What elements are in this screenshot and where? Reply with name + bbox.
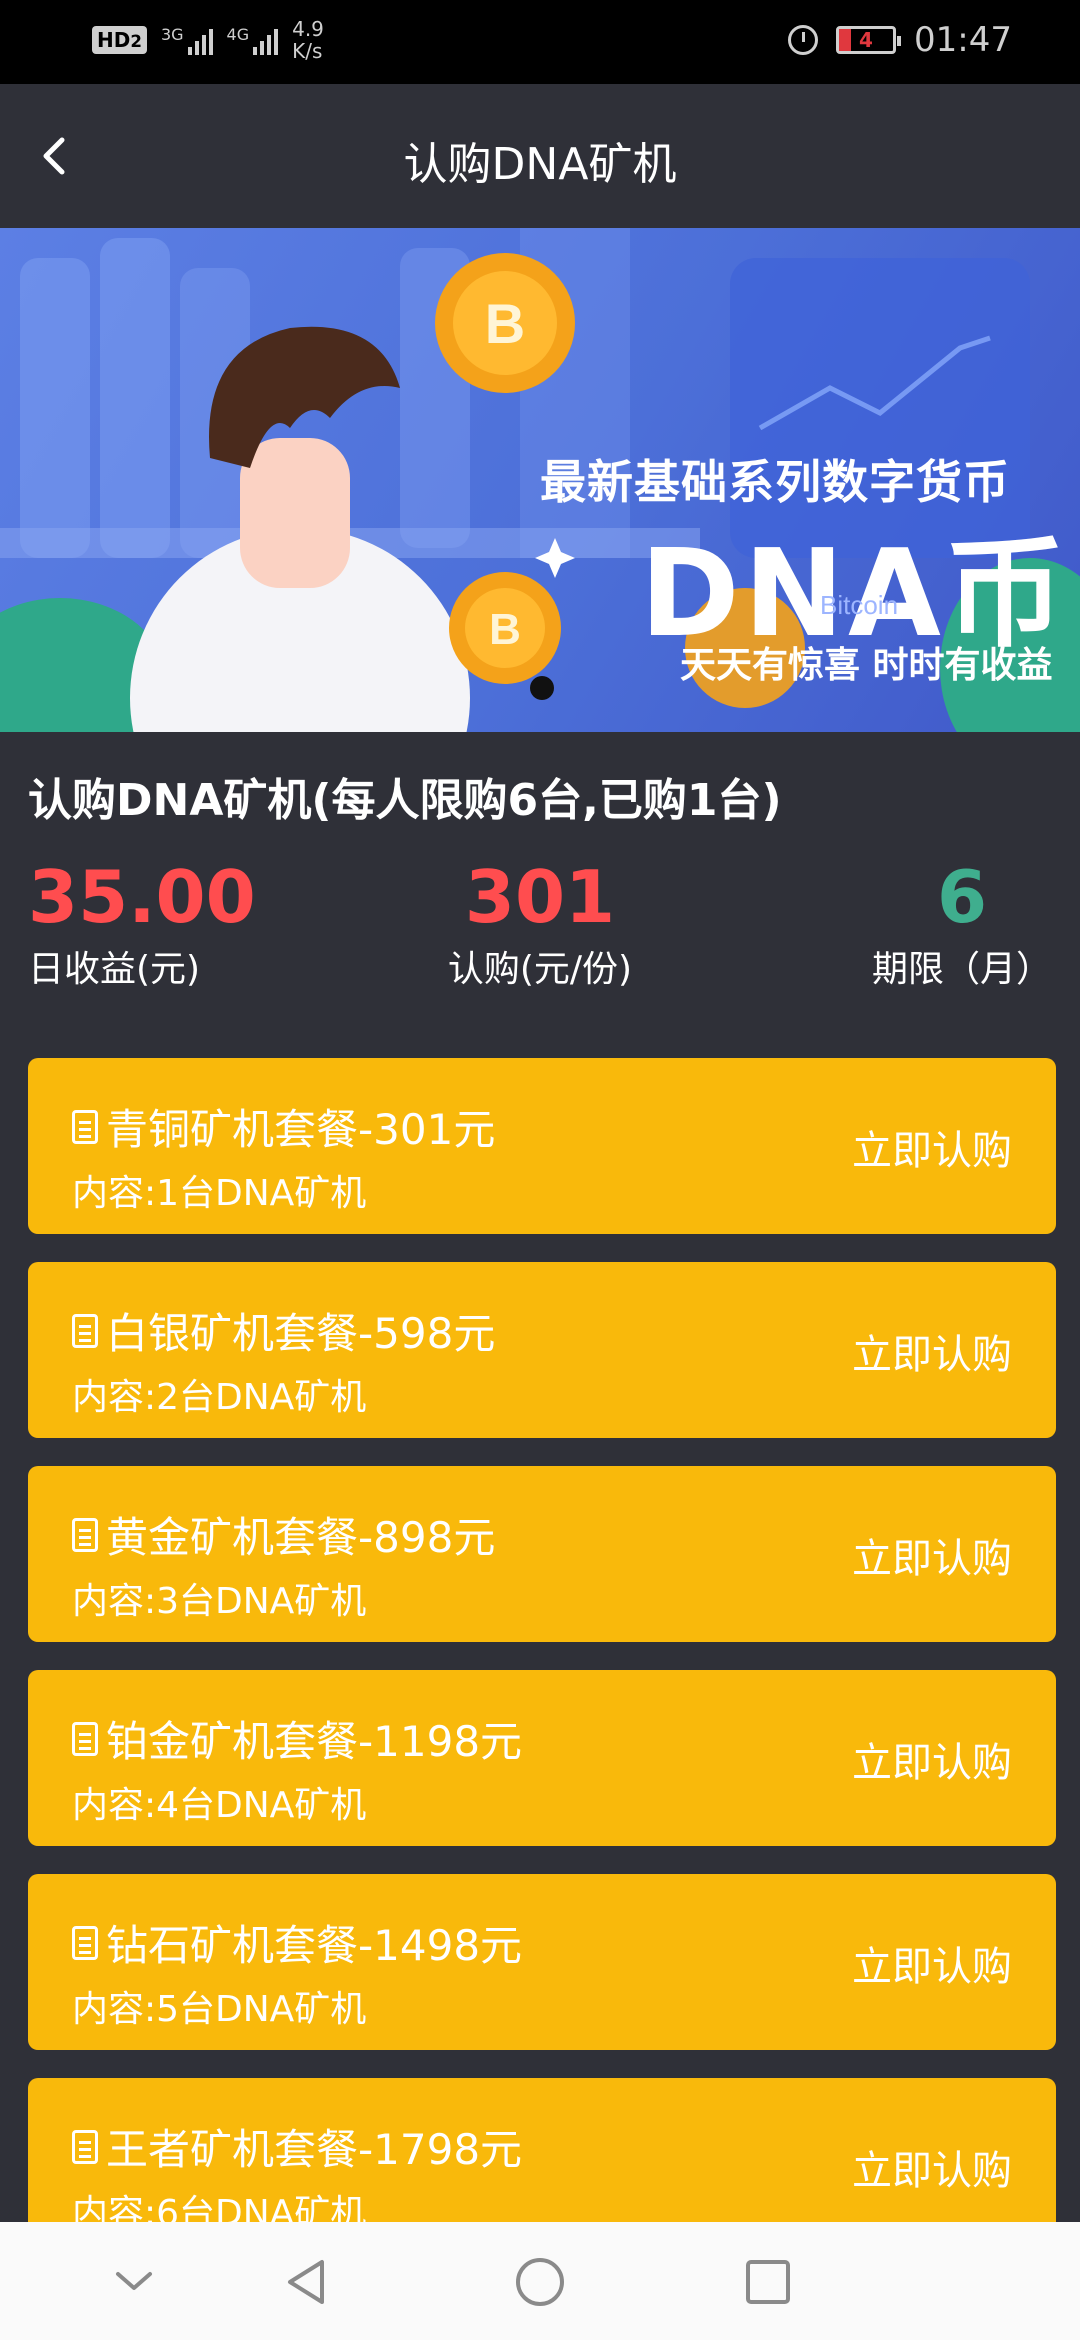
status-time: 01:47: [914, 20, 1012, 60]
stat-subscription-price: 301 认购(元/份): [440, 852, 640, 998]
package-name-row: 王者矿机套餐-1798元: [72, 2116, 522, 2177]
package-content: 内容:4台DNA矿机: [72, 1785, 367, 1826]
buy-now-button[interactable]: 立即认购: [852, 1526, 1012, 1584]
hd-label: HD: [97, 28, 131, 52]
status-bar: HD2 3G 4G 4.9 K/s 4 01:47: [0, 0, 1080, 84]
network-speed-value: 4.9: [292, 17, 324, 41]
package-name: 王者矿机套餐-1798元: [106, 2125, 523, 2174]
package-list: 青铜矿机套餐-301元 内容:1台DNA矿机 立即认购 白银矿机套餐-598元 …: [28, 1058, 1056, 2282]
buy-now-button[interactable]: 立即认购: [852, 2138, 1012, 2196]
stat-daily-income-label: 日收益(元): [28, 949, 201, 990]
triangle-back-icon[interactable]: [282, 2256, 334, 2308]
package-card-diamond[interactable]: 钻石矿机套餐-1498元 内容:5台DNA矿机 立即认购: [28, 1874, 1056, 2050]
document-icon: [72, 1313, 98, 1348]
package-name-row: 白银矿机套餐-598元: [72, 1300, 495, 1361]
battery-icon: 4: [836, 26, 902, 54]
banner-coin-label: Bitcoin: [820, 590, 899, 620]
package-card-bronze[interactable]: 青铜矿机套餐-301元 内容:1台DNA矿机 立即认购: [28, 1058, 1056, 1234]
signal-3g-label: 3G: [160, 25, 184, 44]
package-name-row: 铂金矿机套餐-1198元: [72, 1708, 522, 1769]
product-title: 认购DNA矿机(每人限购6台,已购1台): [28, 775, 782, 826]
stat-term-value: 6: [936, 855, 988, 939]
svg-text:B: B: [485, 292, 525, 355]
buy-now-button[interactable]: 立即认购: [852, 1118, 1012, 1176]
package-content: 内容:5台DNA矿机: [72, 1989, 367, 2030]
document-icon: [72, 1109, 98, 1144]
alarm-icon: [788, 25, 819, 55]
stat-daily-income-value: 35.00: [28, 855, 256, 939]
buy-now-button[interactable]: 立即认购: [852, 1934, 1012, 1992]
buy-now-button[interactable]: 立即认购: [852, 1730, 1012, 1788]
hd-sub-label: 2: [130, 32, 142, 51]
network-speed: 4.9 K/s: [292, 18, 324, 62]
page-title: 认购DNA矿机: [403, 139, 677, 190]
stat-term: 6 期限（月）: [862, 852, 1062, 998]
square-recents-icon[interactable]: [742, 2256, 794, 2308]
app-header: 认购DNA矿机: [0, 84, 1080, 228]
signal-4g-label: 4G: [226, 25, 250, 44]
banner-slogan: 天天有惊喜 时时有收益: [680, 645, 1053, 686]
buy-now-button[interactable]: 立即认购: [852, 1322, 1012, 1380]
stat-daily-income: 35.00 日收益(元): [28, 852, 256, 998]
document-icon: [72, 1517, 98, 1552]
package-content: 内容:2台DNA矿机: [72, 1377, 367, 1418]
document-icon: [72, 1925, 98, 1960]
stat-subscription-price-value: 301: [464, 855, 616, 939]
carousel-indicator-dot[interactable]: [530, 676, 554, 700]
status-right: 4 01:47: [788, 20, 1012, 60]
hd-icon: HD2: [92, 26, 147, 54]
promo-banner[interactable]: B B 最新基础系列数字货币 DNA币 天天有惊喜 时时有收益 Bitcoin: [0, 228, 1080, 732]
chevron-down-icon[interactable]: [108, 2256, 160, 2308]
status-left: HD2 3G 4G 4.9 K/s: [92, 18, 324, 62]
document-icon: [72, 2129, 98, 2164]
package-name: 青铜矿机套餐-301元: [106, 1105, 496, 1154]
stat-subscription-price-label: 认购(元/份): [447, 949, 633, 990]
svg-text:B: B: [489, 605, 521, 654]
package-name-row: 黄金矿机套餐-898元: [72, 1504, 495, 1565]
system-nav-bar: [0, 2222, 1080, 2340]
package-card-silver[interactable]: 白银矿机套餐-598元 内容:2台DNA矿机 立即认购: [28, 1262, 1056, 1438]
signal-3g-icon: 3G: [161, 25, 213, 55]
package-card-platinum[interactable]: 铂金矿机套餐-1198元 内容:4台DNA矿机 立即认购: [28, 1670, 1056, 1846]
package-card-gold[interactable]: 黄金矿机套餐-898元 内容:3台DNA矿机 立即认购: [28, 1466, 1056, 1642]
package-content: 内容:3台DNA矿机: [72, 1581, 367, 1622]
package-name: 白银矿机套餐-598元: [106, 1309, 496, 1358]
package-name: 铂金矿机套餐-1198元: [106, 1717, 523, 1766]
package-name: 钻石矿机套餐-1498元: [106, 1921, 523, 1970]
circle-home-icon[interactable]: [514, 2256, 566, 2308]
document-icon: [72, 1721, 98, 1756]
network-speed-unit: K/s: [292, 39, 323, 63]
package-name: 黄金矿机套餐-898元: [106, 1513, 496, 1562]
stat-term-label: 期限（月）: [871, 949, 1052, 990]
package-content: 内容:1台DNA矿机: [72, 1173, 367, 1214]
battery-percent: 4: [859, 28, 873, 52]
package-name-row: 青铜矿机套餐-301元: [72, 1096, 495, 1157]
signal-4g-icon: 4G: [227, 25, 279, 55]
package-name-row: 钻石矿机套餐-1498元: [72, 1912, 522, 1973]
